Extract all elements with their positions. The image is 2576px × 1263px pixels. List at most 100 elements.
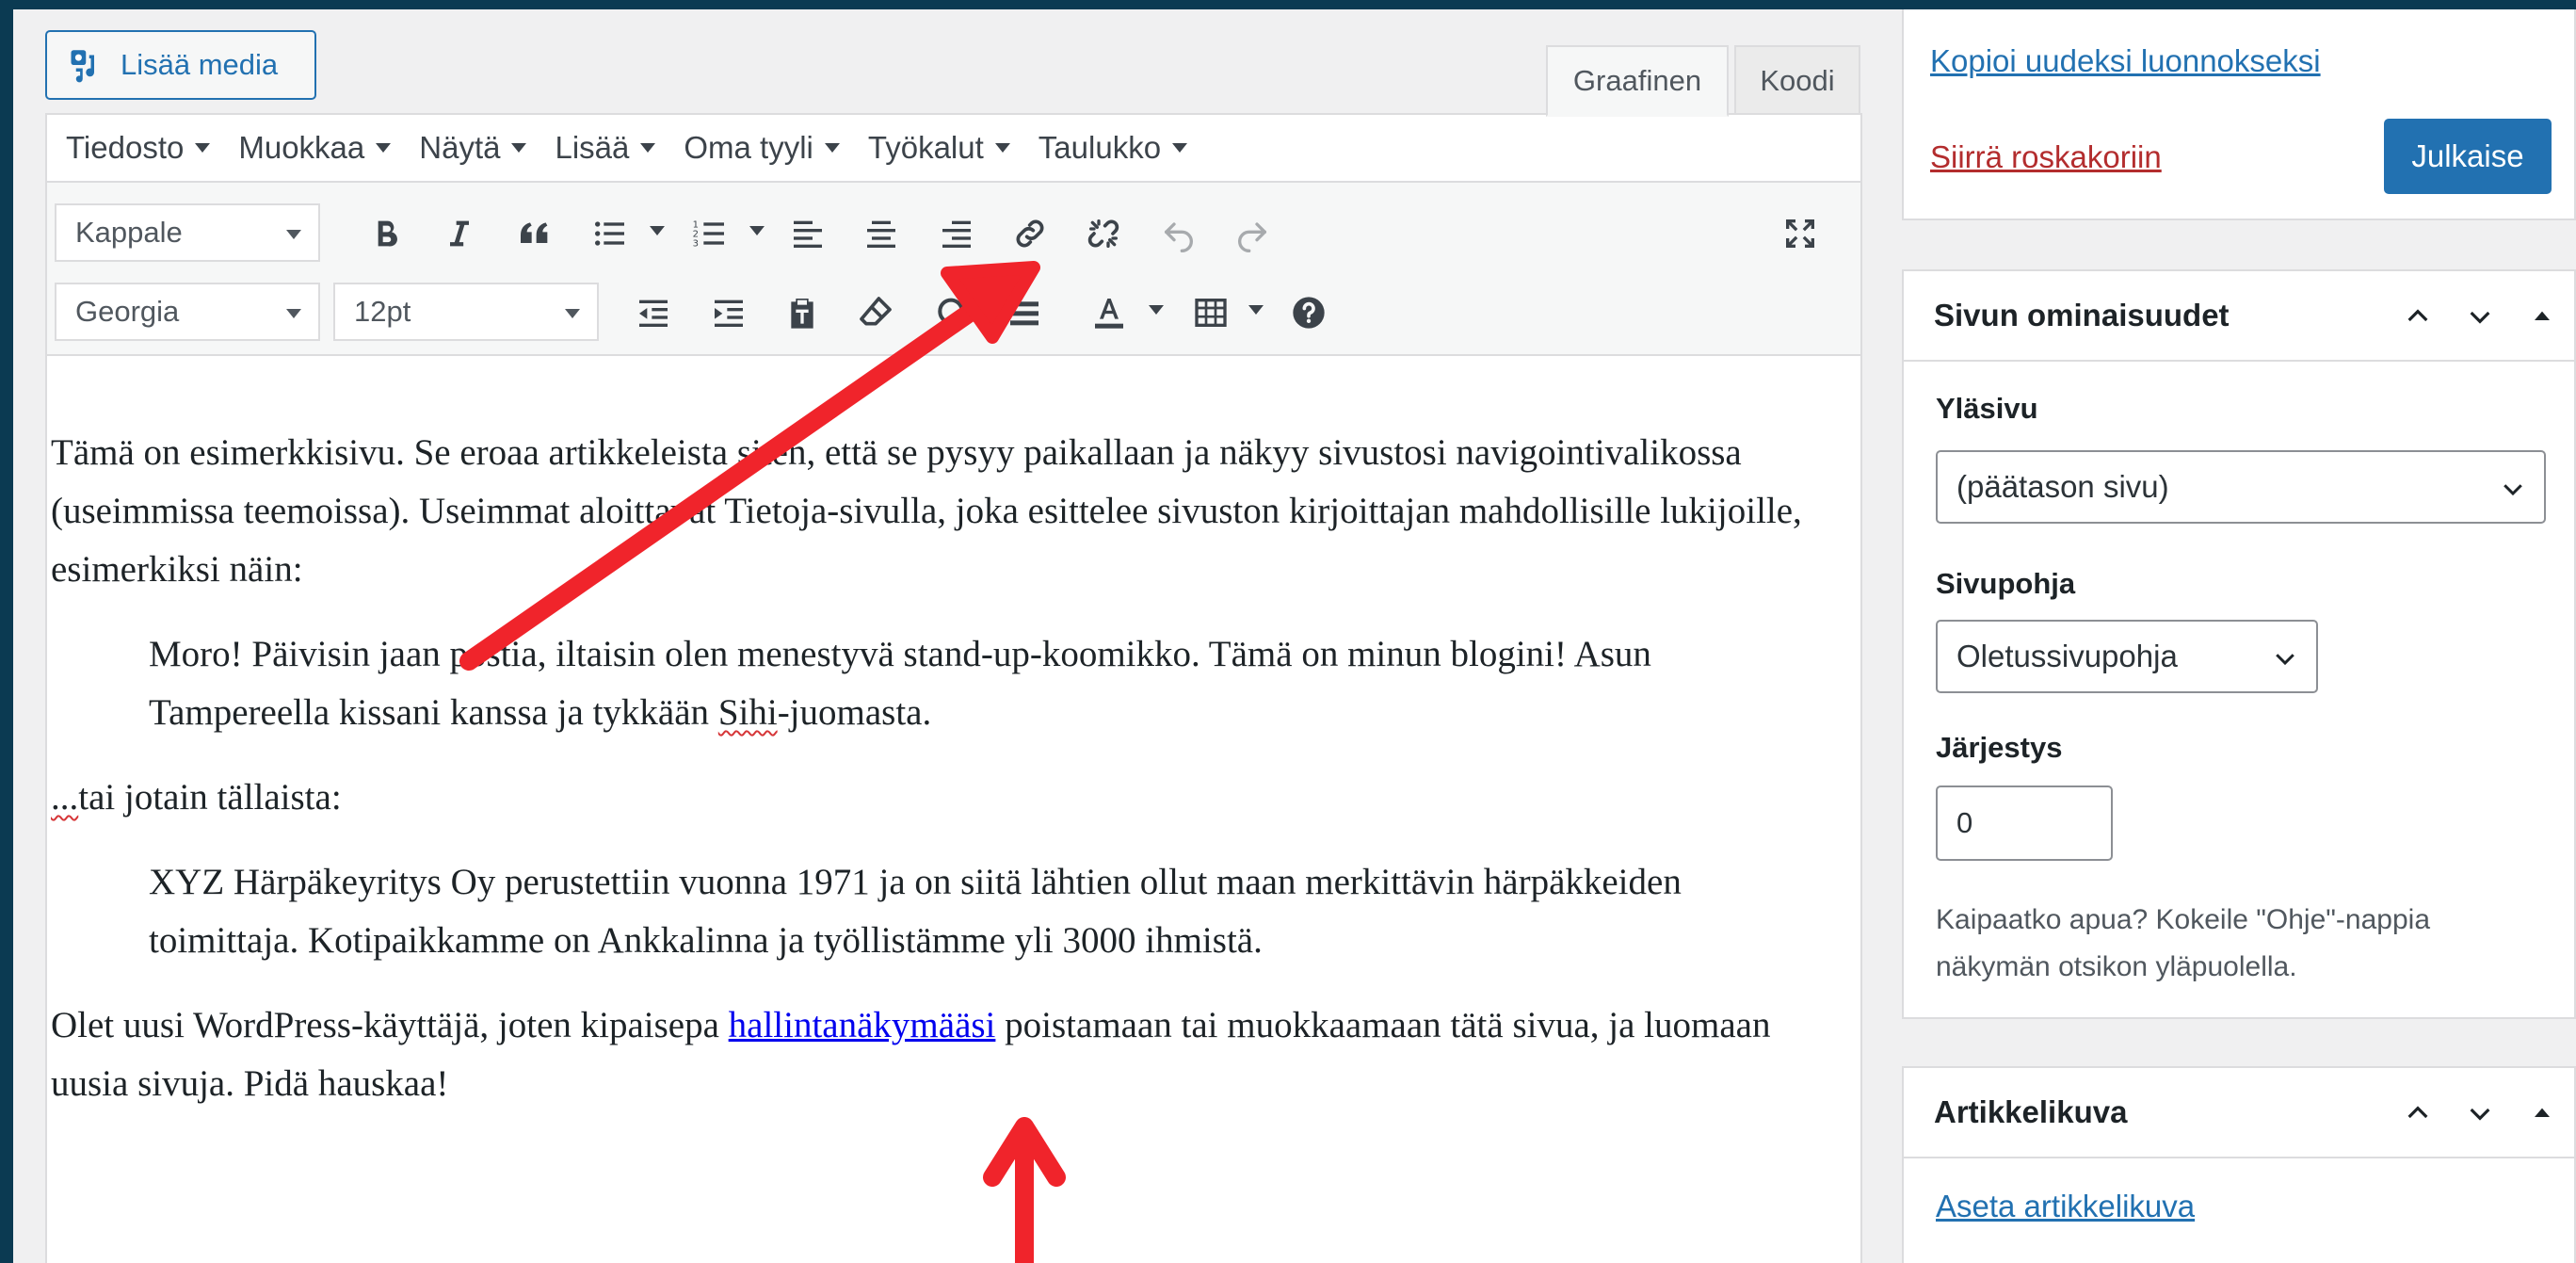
move-down-button[interactable] xyxy=(2457,1093,2503,1134)
misspelled-word: Sihi xyxy=(717,692,778,733)
menu-edit-label: Muokkaa xyxy=(238,130,365,165)
undo-icon xyxy=(1165,222,1193,252)
toggle-panel-button[interactable] xyxy=(2520,296,2565,337)
menu-custom-style[interactable]: Oma tyyli xyxy=(684,130,840,166)
publish-button[interactable]: Julkaise xyxy=(2384,119,2552,194)
chevron-down-icon xyxy=(824,143,840,153)
font-size-value: 12pt xyxy=(354,295,411,328)
blockquote-icon xyxy=(521,222,548,243)
set-featured-image-link[interactable]: Aseta artikkelikuva xyxy=(1936,1189,2195,1224)
add-media-label: Lisää media xyxy=(121,48,279,81)
tab-code[interactable]: Koodi xyxy=(1734,45,1860,115)
table-dropdown[interactable] xyxy=(1248,305,1264,315)
unlink-icon xyxy=(1087,219,1119,248)
format-select[interactable]: Kappale xyxy=(55,203,320,262)
fullscreen-icon xyxy=(1786,219,1814,248)
insert-link-button[interactable] xyxy=(1004,207,1056,260)
menu-view[interactable]: Näytä xyxy=(419,130,527,166)
redo-button[interactable] xyxy=(1226,207,1279,260)
move-up-button[interactable] xyxy=(2395,296,2440,337)
chevron-down-icon xyxy=(1172,143,1188,153)
align-left-button[interactable] xyxy=(781,207,834,260)
blockquote-button[interactable] xyxy=(508,207,561,260)
bullet-list-button[interactable] xyxy=(584,207,636,260)
move-up-button[interactable] xyxy=(2395,1093,2440,1134)
numbered-list-dropdown[interactable] xyxy=(749,226,765,235)
order-input[interactable]: 0 xyxy=(1936,785,2113,861)
menu-table[interactable]: Taulukko xyxy=(1038,130,1188,166)
chevron-down-icon xyxy=(2470,311,2490,324)
panel-title: Artikkelikuva xyxy=(1934,1094,2128,1129)
align-right-button[interactable] xyxy=(930,207,983,260)
publish-box: Kopioi uudeksi luonnokseksi Siirrä roska… xyxy=(1902,9,2576,220)
content-blockquote: Moro! Päivisin jaan postia, iltaisin ole… xyxy=(149,625,1840,742)
template-value: Oletussivupohja xyxy=(1956,639,2178,673)
bold-icon xyxy=(378,220,397,247)
text-color-icon xyxy=(1095,299,1123,329)
window-frame-left xyxy=(0,0,13,1263)
numbered-list-icon: 123 xyxy=(693,219,724,249)
move-down-button[interactable] xyxy=(2457,296,2503,337)
fullscreen-button[interactable] xyxy=(1774,207,1827,260)
indent-button[interactable] xyxy=(702,286,755,339)
horizontal-line-button[interactable] xyxy=(998,286,1051,339)
chevron-down-icon xyxy=(286,309,301,318)
menu-tools[interactable]: Työkalut xyxy=(868,130,1010,166)
quote-text-end: -juomasta. xyxy=(777,692,932,733)
editor-content[interactable]: Tämä on esimerkkisivu. Se eroaa artikkel… xyxy=(51,424,1840,1140)
menu-edit[interactable]: Muokkaa xyxy=(238,130,392,166)
help-text: Kaipaatko apua? Kokeile "Ohje"-nappia nä… xyxy=(1936,904,2430,982)
chevron-down-icon xyxy=(2276,654,2294,666)
parent-select[interactable]: (päätason sivu) xyxy=(1936,450,2546,524)
copy-to-draft-link[interactable]: Kopioi uudeksi luonnokseksi xyxy=(1930,43,2321,79)
chevron-up-icon xyxy=(2407,309,2428,322)
featured-image-panel: Artikkelikuva Aseta artikkelikuva xyxy=(1902,1066,2576,1263)
chevron-down-icon xyxy=(640,143,656,153)
italic-icon xyxy=(450,220,469,247)
outdent-button[interactable] xyxy=(627,286,680,339)
chevron-up-icon xyxy=(2407,1106,2428,1119)
menu-file-label: Tiedosto xyxy=(66,130,185,165)
toggle-panel-button[interactable] xyxy=(2520,1093,2565,1134)
toolbar-row-2: Georgia 12pt xyxy=(47,269,1860,348)
content-paragraph: Olet uusi WordPress-käyttäjä, joten kipa… xyxy=(51,996,1840,1113)
clear-formatting-button[interactable] xyxy=(849,286,902,339)
panel-header: Sivun ominaisuudet xyxy=(1904,271,2574,362)
panel-title: Sivun ominaisuudet xyxy=(1934,298,2230,332)
move-to-trash-link[interactable]: Siirrä roskakoriin xyxy=(1930,139,2162,175)
tab-visual[interactable]: Graafinen xyxy=(1546,45,1729,117)
order-label: Järjestys xyxy=(1936,731,2063,764)
paste-as-text-button[interactable] xyxy=(776,286,829,339)
numbered-list-button[interactable]: 123 xyxy=(684,207,736,260)
omega-icon xyxy=(938,298,964,328)
chevron-down-icon xyxy=(195,143,211,153)
text-color-button[interactable] xyxy=(1083,286,1135,339)
content-paragraph: ...tai jotain tällaista: xyxy=(51,769,1840,827)
keyboard-shortcuts-button[interactable] xyxy=(1282,286,1335,339)
admin-link[interactable]: hallintanäkymääsi xyxy=(729,1005,996,1045)
chevron-down-icon xyxy=(511,143,527,153)
chevron-down-icon xyxy=(565,309,580,318)
menu-insert-label: Lisää xyxy=(555,130,630,165)
menu-tools-label: Työkalut xyxy=(867,130,984,165)
align-center-button[interactable] xyxy=(855,207,908,260)
triangle-up-icon xyxy=(2535,311,2550,320)
undo-button[interactable] xyxy=(1152,207,1205,260)
format-select-value: Kappale xyxy=(75,216,183,249)
add-media-button[interactable]: Lisää media xyxy=(45,30,316,100)
bullet-list-icon xyxy=(595,221,624,246)
font-family-select[interactable]: Georgia xyxy=(55,283,320,341)
template-select[interactable]: Oletussivupohja xyxy=(1936,620,2318,693)
font-size-select[interactable]: 12pt xyxy=(333,283,599,341)
text-color-dropdown[interactable] xyxy=(1149,305,1164,315)
menu-insert[interactable]: Lisää xyxy=(555,130,656,166)
indent-icon xyxy=(715,300,743,327)
italic-button[interactable] xyxy=(433,207,486,260)
table-button[interactable] xyxy=(1184,286,1237,339)
paragraph-text: Olet uusi WordPress-käyttäjä, joten kipa… xyxy=(51,1005,729,1045)
special-character-button[interactable] xyxy=(925,286,977,339)
bullet-list-dropdown[interactable] xyxy=(650,226,665,235)
bold-button[interactable] xyxy=(360,207,412,260)
unlink-button[interactable] xyxy=(1077,207,1130,260)
menu-file[interactable]: Tiedosto xyxy=(66,130,211,166)
